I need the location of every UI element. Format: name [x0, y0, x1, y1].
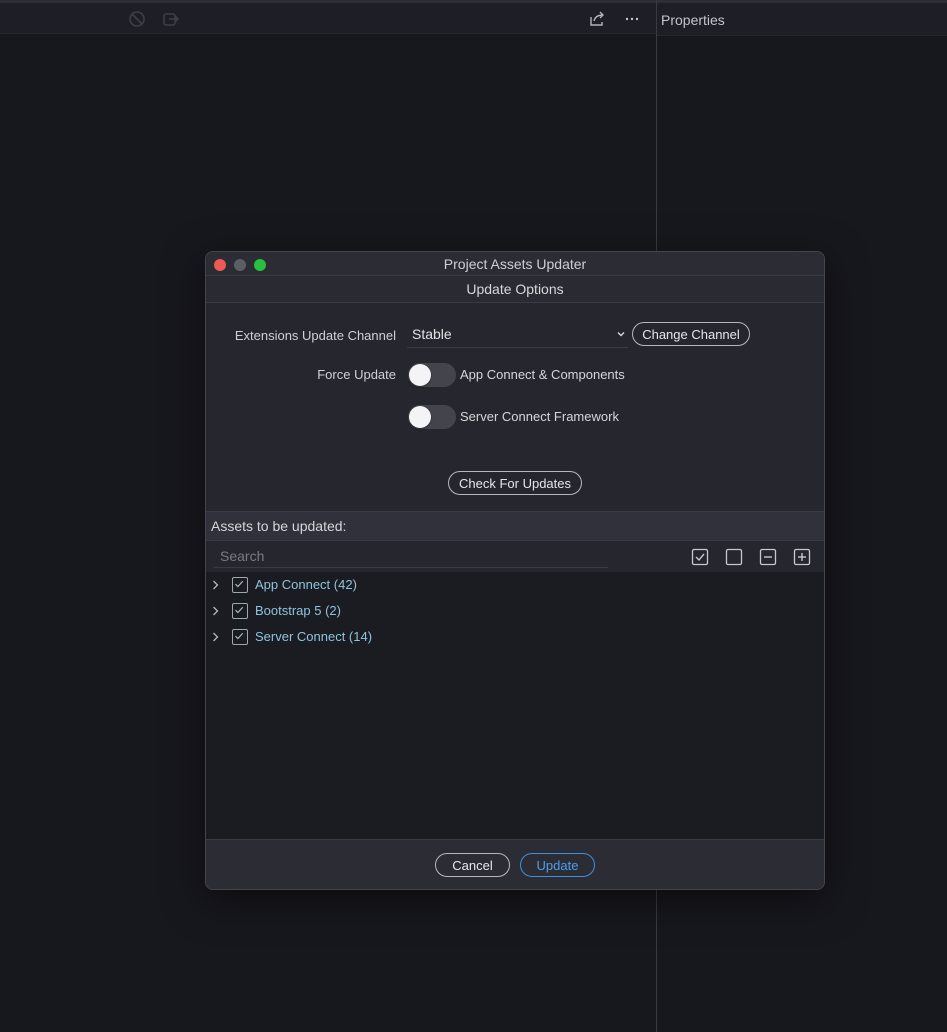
force-update-label: Force Update: [317, 367, 396, 382]
collapse-all-icon[interactable]: [759, 548, 777, 566]
chevron-right-icon[interactable]: [211, 606, 220, 616]
app-connect-toggle[interactable]: [408, 363, 456, 387]
asset-checkbox[interactable]: [232, 629, 248, 645]
update-options-header: Update Options: [206, 276, 824, 303]
tree-row-app-connect[interactable]: App Connect (42): [206, 574, 824, 596]
channel-select-value: Stable: [412, 326, 452, 342]
assets-tree: App Connect (42) Bootstrap 5 (2) Server …: [206, 573, 824, 839]
share-icon[interactable]: [587, 9, 607, 29]
asset-label: Bootstrap 5 (2): [255, 603, 341, 618]
tree-row-server-connect[interactable]: Server Connect (14): [206, 626, 824, 648]
properties-panel-header: Properties: [657, 0, 947, 36]
update-options-panel: Extensions Update Channel Stable Change …: [206, 303, 824, 511]
channel-select[interactable]: Stable: [407, 321, 628, 348]
chevron-right-icon[interactable]: [211, 632, 220, 642]
chevron-right-icon[interactable]: [211, 580, 220, 590]
editor-toolbar: [0, 0, 656, 34]
uncheck-all-icon[interactable]: [725, 548, 743, 566]
export-icon[interactable]: [161, 9, 181, 29]
cancel-button[interactable]: Cancel: [435, 853, 510, 877]
asset-checkbox[interactable]: [232, 603, 248, 619]
change-channel-button[interactable]: Change Channel: [632, 322, 750, 346]
checkmark-icon: [235, 580, 244, 588]
assets-toolbar: Search: [206, 541, 824, 573]
app-connect-toggle-label: App Connect & Components: [460, 367, 625, 382]
server-connect-toggle-label: Server Connect Framework: [460, 409, 619, 424]
server-connect-toggle[interactable]: [408, 405, 456, 429]
check-all-icon[interactable]: [691, 548, 709, 566]
dialog-titlebar[interactable]: Project Assets Updater: [206, 252, 824, 276]
expand-all-icon[interactable]: [793, 548, 811, 566]
asset-label: App Connect (42): [255, 577, 357, 592]
properties-title: Properties: [661, 12, 725, 28]
tree-row-bootstrap[interactable]: Bootstrap 5 (2): [206, 600, 824, 622]
checkmark-icon: [235, 606, 244, 614]
search-input[interactable]: Search: [214, 546, 608, 568]
chevron-down-icon: [617, 332, 625, 337]
check-for-updates-button[interactable]: Check For Updates: [448, 471, 582, 495]
update-button[interactable]: Update: [520, 853, 595, 877]
block-icon[interactable]: [127, 9, 147, 29]
asset-checkbox[interactable]: [232, 577, 248, 593]
channel-label: Extensions Update Channel: [234, 328, 396, 343]
project-assets-updater-dialog: Project Assets Updater Update Options Ex…: [205, 251, 825, 890]
more-icon[interactable]: [622, 9, 642, 29]
assets-header: Assets to be updated:: [206, 511, 824, 541]
toggle-knob: [409, 364, 431, 386]
asset-label: Server Connect (14): [255, 629, 373, 644]
checkmark-icon: [235, 632, 244, 640]
dialog-title: Project Assets Updater: [443, 256, 587, 272]
dialog-footer: Cancel Update: [206, 839, 824, 889]
toggle-knob: [409, 406, 431, 428]
